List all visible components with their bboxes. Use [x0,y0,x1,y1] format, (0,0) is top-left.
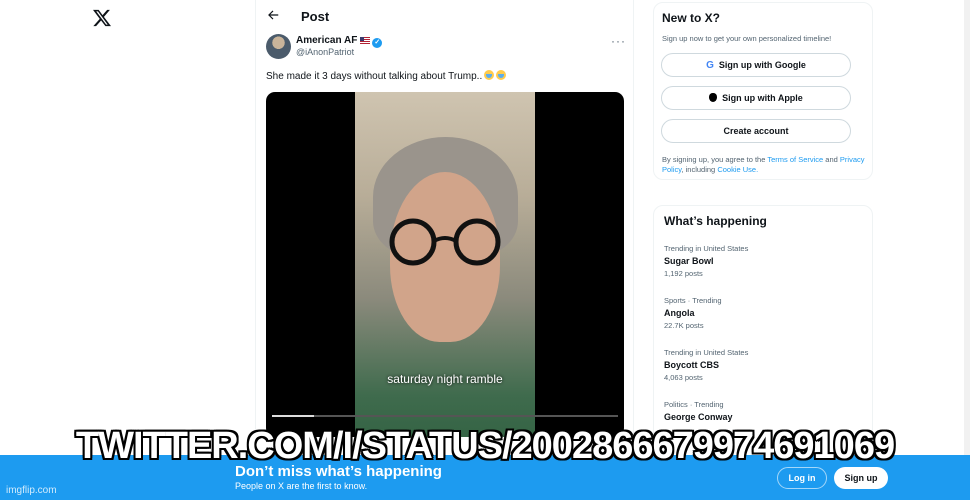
trend-meta: Trending in United States [664,244,749,253]
x-logo-icon[interactable] [92,8,112,28]
avatar[interactable] [266,34,291,59]
create-account-button[interactable]: Create account [661,119,851,143]
apple-signup-label: Sign up with Apple [722,93,803,103]
video-player[interactable]: saturday night ramble [266,92,624,437]
tweet-text-row: She made it 3 days without talking about… [266,70,507,82]
google-signup-button[interactable]: G Sign up with Google [661,53,851,77]
tweet-author: American AF ✓ @iAnonPatriot ··· [266,34,626,62]
legal-text: By signing up, you agree to the Terms of… [662,155,872,175]
video-progress-fill [272,415,314,417]
video-caption: saturday night ramble [387,372,503,386]
trend-meta: Trending in United States [664,348,749,357]
new-to-x-title: New to X? [662,11,721,25]
trend-item[interactable]: Sports · Trending Angola 22.7K posts [664,296,864,330]
legal-and: and [823,155,840,164]
trend-count: 1,192 posts [664,269,703,278]
status-url-overlay: TWITTER.COM/I/STATUS/2002866679974691069 [75,425,895,467]
google-icon: G [706,60,714,71]
trend-name: Sugar Bowl [664,256,714,266]
login-button[interactable]: Log in [777,467,827,489]
page-title: Post [301,9,330,24]
apple-icon [709,93,718,102]
imgflip-watermark: imgflip.com [6,485,57,496]
crying-emoji-icon [484,70,495,80]
apple-signup-button[interactable]: Sign up with Apple [661,86,851,110]
create-account-label: Create account [723,126,789,136]
trend-count: 4,063 posts [664,373,703,382]
legal-prefix: By signing up, you agree to the [662,155,768,164]
crying-emoji-icon [496,70,507,80]
trend-meta: Sports · Trending [664,296,722,305]
author-name[interactable]: American AF [296,35,357,46]
more-options-icon[interactable]: ··· [611,34,626,48]
trend-count: 22.7K posts [664,321,704,330]
banner-subtitle: People on X are the first to know. [235,481,368,491]
trend-item[interactable]: Trending in United States Boycott CBS 4,… [664,348,864,382]
trend-name: Boycott CBS [664,360,720,370]
trend-name: George Conway [664,412,733,422]
page-scrollbar[interactable] [964,0,970,455]
us-flag-icon [360,37,371,44]
author-handle[interactable]: @iAnonPatriot [296,47,354,57]
legal-cookie: , including [681,165,718,174]
post-header: Post [256,0,633,32]
video-progress-bar[interactable] [272,415,618,417]
trend-item[interactable]: Trending in United States Sugar Bowl 1,1… [664,244,864,278]
cookie-link[interactable]: Cookie Use. [717,165,758,174]
verified-badge-icon: ✓ [372,38,383,48]
tweet-text: She made it 3 days without talking about… [266,71,483,82]
terms-link[interactable]: Terms of Service [767,155,823,164]
whats-happening-title: What’s happening [664,214,767,228]
video-glasses [389,218,501,266]
new-to-x-card: New to X? Sign up now to get your own pe… [653,2,873,180]
trend-item[interactable]: Politics · Trending George Conway [664,400,864,422]
trend-name: Angola [664,308,695,318]
back-arrow-icon[interactable] [266,8,280,22]
trend-meta: Politics · Trending [664,400,724,409]
signup-button[interactable]: Sign up [834,467,888,489]
video-frame: saturday night ramble [355,92,535,437]
google-signup-label: Sign up with Google [718,60,806,70]
new-to-x-subtitle: Sign up now to get your own personalized… [662,34,832,43]
